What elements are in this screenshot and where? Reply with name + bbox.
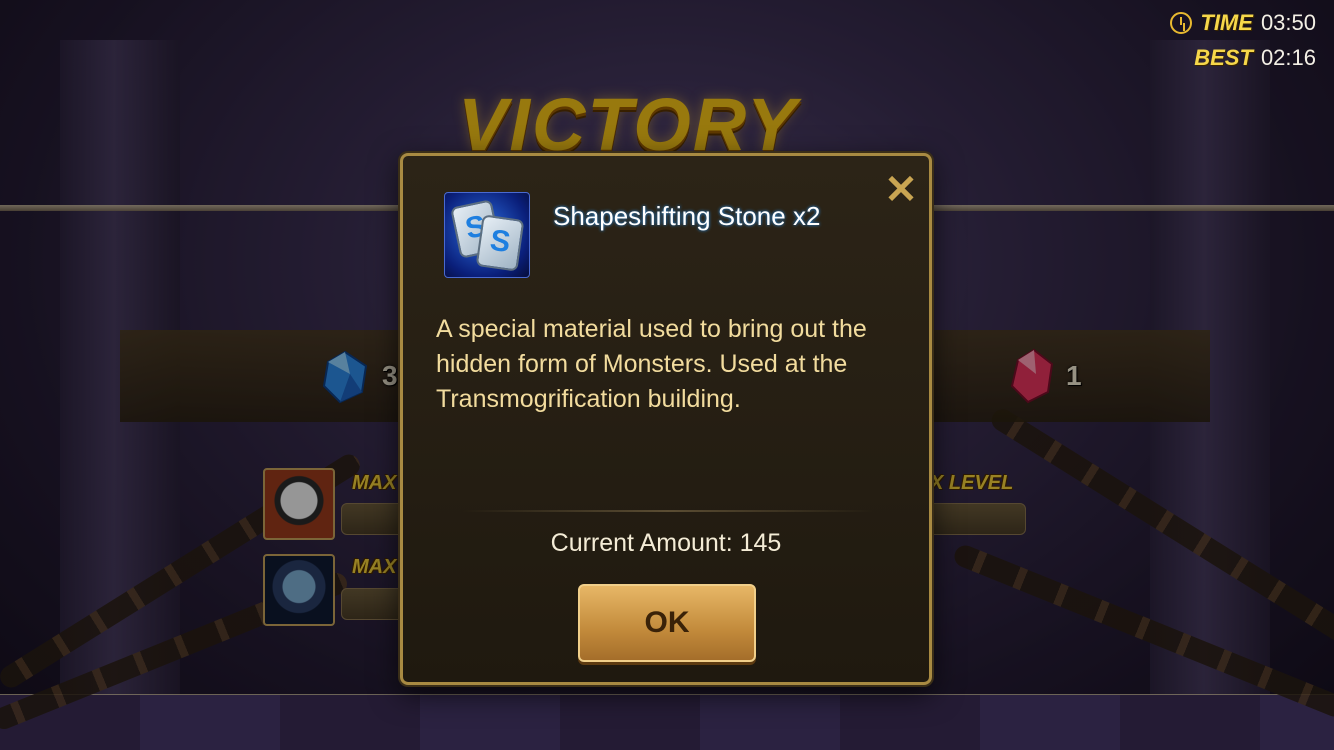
ok-button[interactable]: OK: [578, 584, 756, 662]
close-icon[interactable]: ✕: [881, 170, 921, 210]
alarm-clock-icon: [1170, 12, 1193, 34]
clear-time: TIME 03:50: [1170, 10, 1316, 36]
item-description: A special material used to bring out the…: [436, 315, 867, 413]
divider: [463, 510, 873, 512]
item-title: Shapeshifting Stone x2: [553, 201, 821, 231]
time-label: TIME: [1200, 10, 1253, 35]
best-label: BEST: [1194, 45, 1253, 70]
stone-piece-icon: S: [475, 214, 525, 272]
time-value: 03:50: [1260, 10, 1316, 35]
best-time: BEST 02:16: [1194, 45, 1316, 71]
shapeshifting-stone-icon: S S: [444, 192, 530, 278]
best-value: 02:16: [1260, 45, 1316, 70]
current-amount: Current Amount: 145: [550, 529, 782, 557]
item-info-dialog: ✕ S S Shapeshifting Stone x2 A special m…: [400, 153, 932, 685]
